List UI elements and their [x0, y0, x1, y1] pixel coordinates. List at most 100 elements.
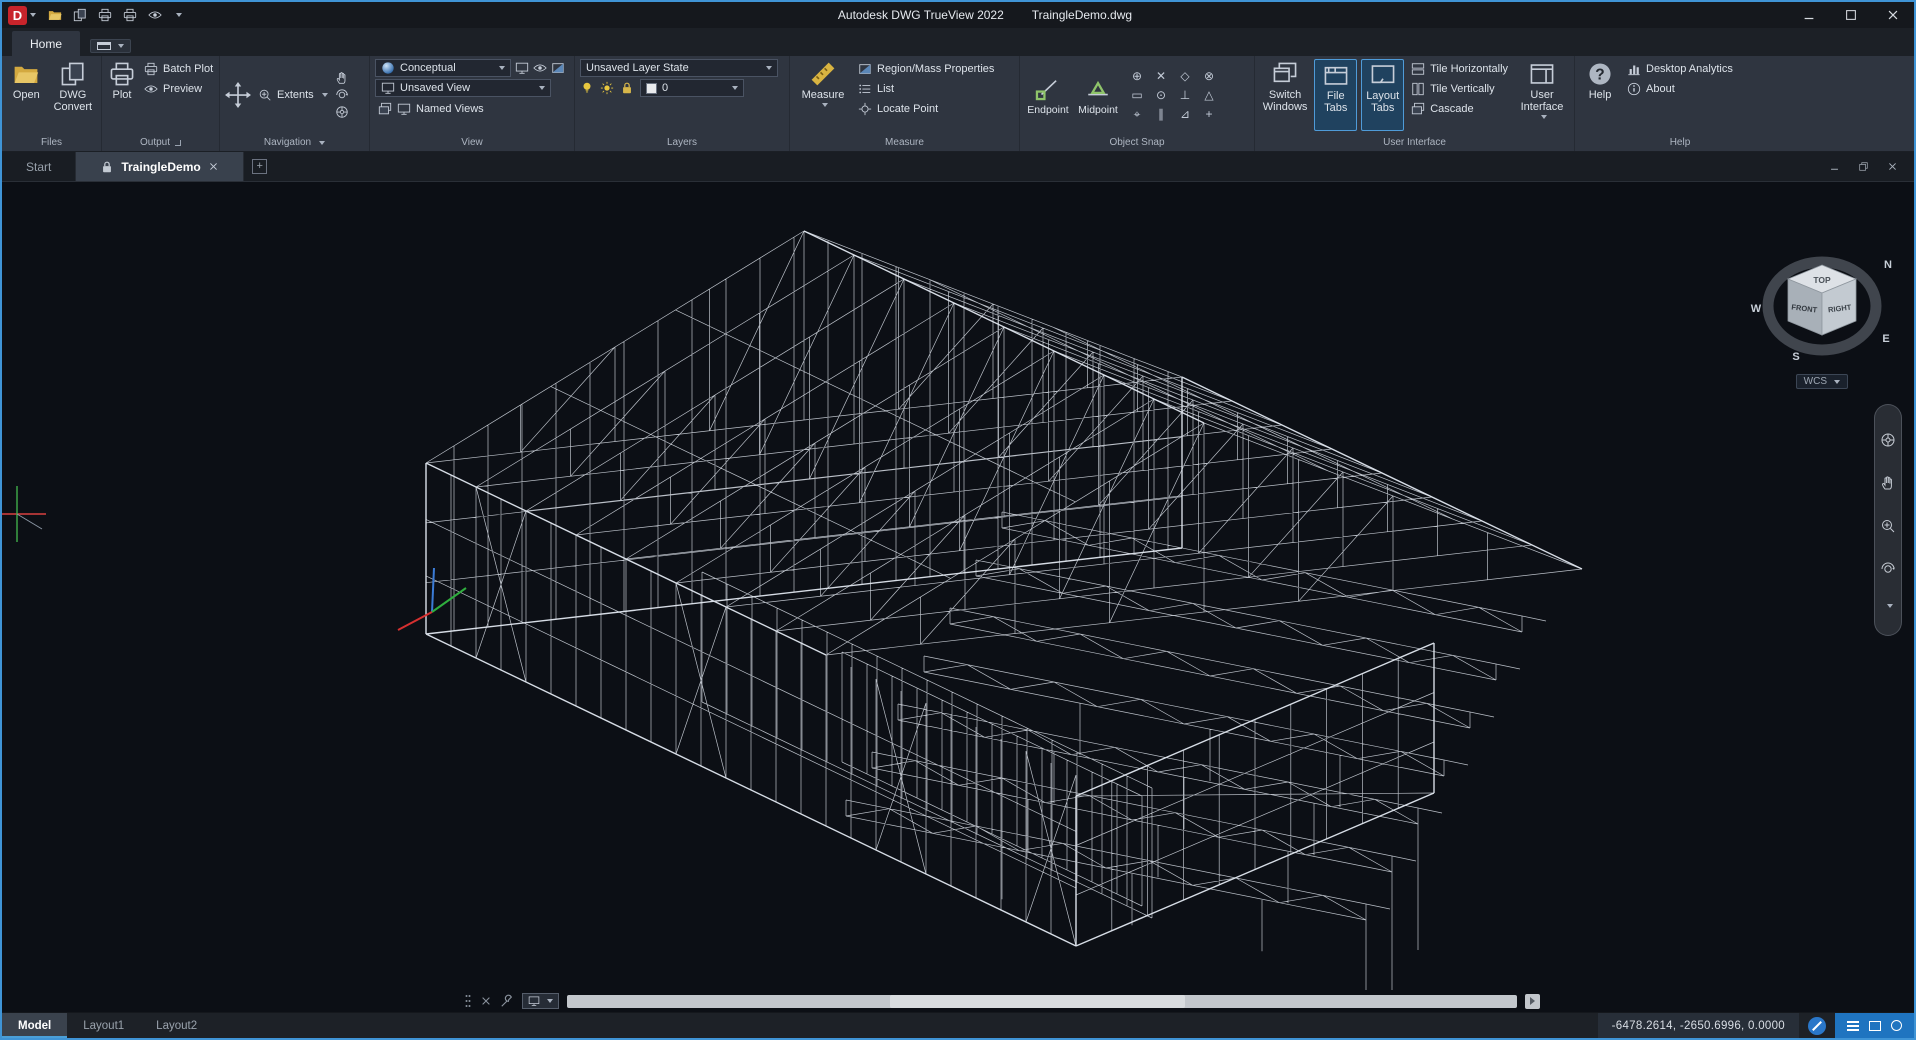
- batch-plot-button[interactable]: Batch Plot: [141, 59, 216, 78]
- ribbon-display-caret-icon: [118, 44, 124, 48]
- view-name-icon: [381, 81, 395, 95]
- insertion-snap-icon[interactable]: ▭: [1131, 88, 1142, 102]
- parallel-snap-icon[interactable]: ∥: [1158, 107, 1164, 121]
- navbar-pan-icon[interactable]: [1880, 475, 1896, 491]
- viewcube[interactable]: W S E N TOP FRONT RIGHT: [1751, 259, 1892, 363]
- view-manager-icon: [397, 102, 411, 116]
- toolbar-wrench-icon[interactable]: [500, 994, 514, 1008]
- file-tab-active[interactable]: TraingleDemo: [76, 152, 243, 181]
- qat-batch-plot-icon[interactable]: [123, 8, 137, 22]
- coordinates-display: -6478.2614, -2650.6996, 0.0000: [1598, 1013, 1799, 1038]
- file-tab-close-icon[interactable]: [208, 161, 219, 172]
- file-tab-start[interactable]: Start: [2, 152, 76, 181]
- perpendicular-snap-icon[interactable]: ⊥: [1180, 88, 1190, 102]
- orbit-icon[interactable]: [335, 88, 349, 102]
- open-button[interactable]: Open: [7, 59, 46, 131]
- appearance-icon-2[interactable]: [533, 61, 547, 75]
- layer-lock-icon[interactable]: [620, 81, 634, 95]
- locate-point-button[interactable]: Locate Point: [855, 99, 997, 118]
- quadrant-snap-icon[interactable]: ◇: [1180, 69, 1189, 83]
- user-interface-button[interactable]: User Interface: [1515, 59, 1569, 131]
- current-layer-select[interactable]: 0: [640, 79, 744, 97]
- ucs-indicator-button[interactable]: WCS: [1796, 374, 1848, 389]
- steering-wheel-icon[interactable]: [335, 105, 349, 119]
- pan-icon[interactable]: [225, 82, 251, 108]
- region-mass-properties-button[interactable]: Region/Mass Properties: [855, 59, 997, 78]
- graphics-performance-icon[interactable]: [1891, 1020, 1902, 1031]
- output-dialog-launcher-icon[interactable]: [175, 140, 181, 146]
- node-snap-icon[interactable]: ✕: [1156, 69, 1166, 83]
- locate-point-icon: [858, 102, 872, 116]
- extension-snap-icon[interactable]: ⊿: [1180, 107, 1190, 121]
- scrollbar-right-arrow[interactable]: [1525, 994, 1540, 1009]
- zoom-extents-button[interactable]: Extents: [255, 86, 331, 105]
- midpoint-snap-button[interactable]: Midpoint: [1075, 75, 1121, 116]
- list-button[interactable]: List: [855, 79, 997, 98]
- qat-preview-icon[interactable]: [148, 8, 162, 22]
- isolate-objects-icon[interactable]: [1808, 1017, 1826, 1035]
- nearest-snap-icon[interactable]: ⌖: [1134, 107, 1141, 122]
- geometric-center-snap-icon[interactable]: +: [1205, 107, 1212, 121]
- viewcube-east-label: E: [1882, 333, 1889, 345]
- layer-state-select[interactable]: Unsaved Layer State: [580, 59, 778, 77]
- appearance-icon-3[interactable]: [551, 61, 565, 75]
- switch-windows-button[interactable]: Switch Windows: [1260, 59, 1310, 131]
- tile-vertically-button[interactable]: Tile Vertically: [1408, 79, 1511, 98]
- view-name-select[interactable]: Unsaved View: [375, 79, 551, 97]
- layout-tab-model[interactable]: Model: [2, 1013, 67, 1038]
- cascade-button[interactable]: Cascade: [1408, 99, 1511, 118]
- doc-close-icon[interactable]: [1887, 161, 1898, 172]
- ribbon-display-toggle[interactable]: [90, 39, 131, 53]
- tangent-snap-icon[interactable]: ⊙: [1156, 88, 1166, 102]
- tile-horizontally-button[interactable]: Tile Horizontally: [1408, 59, 1511, 78]
- layout-tab-layout1[interactable]: Layout1: [67, 1013, 140, 1038]
- intersection-snap-icon[interactable]: ⊗: [1204, 69, 1214, 83]
- qat-dwg-convert-icon[interactable]: [73, 8, 87, 22]
- tab-home[interactable]: Home: [12, 31, 80, 56]
- dwg-convert-button[interactable]: DWG Convert: [50, 59, 96, 131]
- doc-minimize-icon[interactable]: [1829, 161, 1840, 172]
- toolbar-grip-icon[interactable]: [464, 993, 472, 1009]
- close-button[interactable]: [1872, 2, 1914, 28]
- file-tabs-toggle-button[interactable]: File Tabs: [1314, 59, 1357, 131]
- app-menu-caret-icon[interactable]: [30, 13, 36, 17]
- qat-open-icon[interactable]: [48, 8, 62, 22]
- preview-button[interactable]: Preview: [141, 79, 216, 98]
- doc-restore-icon[interactable]: [1858, 161, 1869, 172]
- customization-icon[interactable]: [1847, 1021, 1859, 1031]
- apparent-intersection-snap-icon[interactable]: △: [1204, 88, 1213, 102]
- group-label-object-snap: Object Snap: [1109, 137, 1164, 148]
- plot-button[interactable]: Plot: [107, 59, 137, 131]
- layer-on-bulb-icon[interactable]: [580, 81, 594, 95]
- new-tab-button[interactable]: +: [244, 152, 276, 181]
- named-views-button[interactable]: Named Views: [375, 99, 569, 118]
- minimize-button[interactable]: [1788, 2, 1830, 28]
- navbar-orbit-icon[interactable]: [1880, 561, 1896, 577]
- ribbon: Open DWG Convert Files Plot Batc: [2, 56, 1914, 152]
- layer-thaw-sun-icon[interactable]: [600, 81, 614, 95]
- layout-tabs-toggle-button[interactable]: Layout Tabs: [1361, 59, 1404, 131]
- drawing-canvas[interactable]: W S E N TOP FRONT RIGHT: [2, 182, 1914, 990]
- navbar-steering-wheel-icon[interactable]: [1880, 432, 1896, 448]
- viewport-controls-button[interactable]: [522, 993, 559, 1009]
- desktop-analytics-button[interactable]: Desktop Analytics: [1624, 59, 1736, 78]
- navbar-zoom-icon[interactable]: [1880, 518, 1896, 534]
- visual-style-select[interactable]: Conceptual: [375, 59, 511, 77]
- endpoint-snap-button[interactable]: Endpoint: [1025, 75, 1071, 116]
- pan-hand-icon[interactable]: [335, 71, 349, 85]
- maximize-button[interactable]: [1830, 2, 1872, 28]
- help-button[interactable]: Help: [1580, 59, 1620, 131]
- app-logo[interactable]: D: [8, 6, 27, 25]
- qat-plot-icon[interactable]: [98, 8, 112, 22]
- measure-button[interactable]: Measure: [795, 59, 851, 131]
- horizontal-scrollbar[interactable]: [567, 995, 1517, 1008]
- about-button[interactable]: About: [1624, 79, 1736, 98]
- layout-tab-layout2[interactable]: Layout2: [140, 1013, 213, 1038]
- toolbar-close-icon[interactable]: [480, 995, 492, 1007]
- clean-screen-icon[interactable]: [1869, 1021, 1881, 1031]
- navigation-expand-caret-icon[interactable]: [319, 141, 325, 145]
- center-snap-icon[interactable]: ⊕: [1132, 69, 1142, 83]
- navbar-more-caret-icon[interactable]: [1887, 604, 1893, 608]
- scrollbar-thumb[interactable]: [890, 995, 1185, 1008]
- appearance-icon-1[interactable]: [515, 61, 529, 75]
